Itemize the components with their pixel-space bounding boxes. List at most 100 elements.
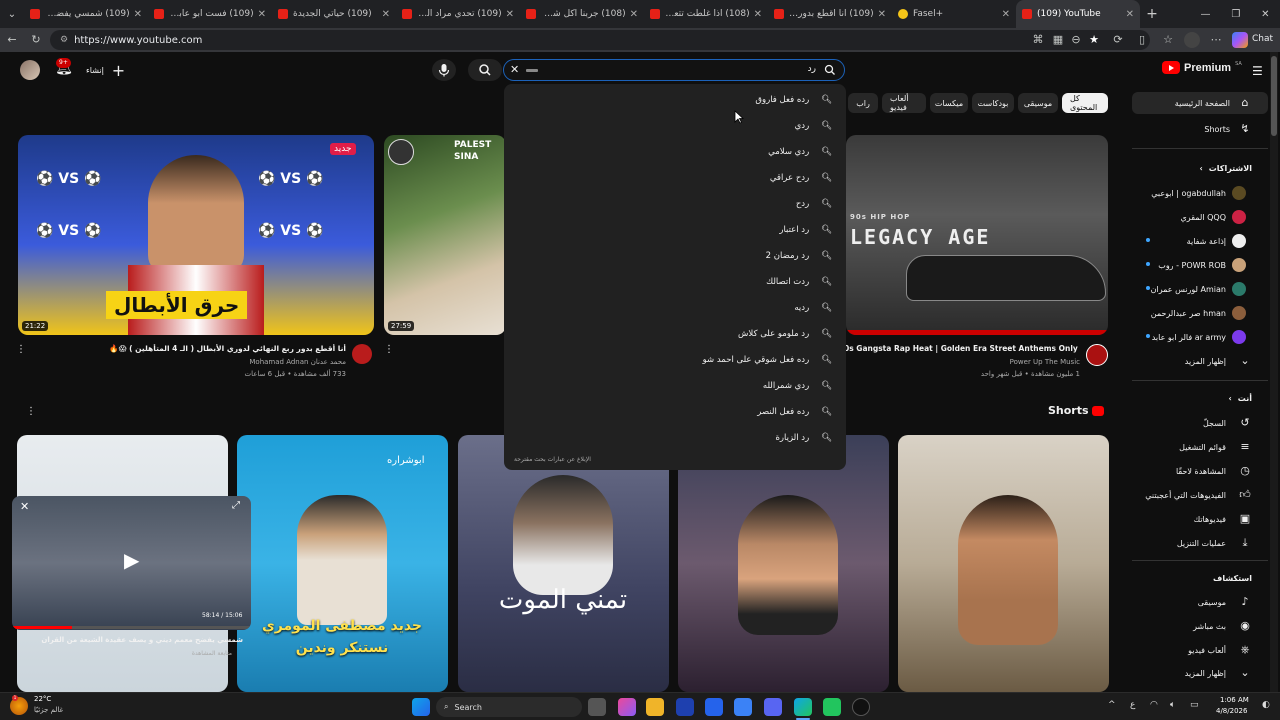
chip-music[interactable]: موسيقى: [1018, 93, 1058, 113]
video-title[interactable]: 0s Gangsta Rap Heat | Golden Era Street …: [844, 344, 1080, 353]
suggestion-item[interactable]: 🔍︎ رده فعل شوقي على احمد شو: [703, 347, 832, 373]
sidebar-item-subscription[interactable]: hman صر عبدالرحمن: [1151, 303, 1226, 323]
discord-icon[interactable]: [764, 698, 782, 716]
you-heading[interactable]: أنت ›: [1228, 388, 1252, 408]
chip-all[interactable]: كل المحتوى: [1062, 93, 1108, 113]
show-more-button[interactable]: إظهار المزيد: [1185, 663, 1226, 683]
address-bar[interactable]: ⚙ https://www.youtube.com: [50, 30, 1150, 50]
browser-tab[interactable]: Fasel+ ✕: [892, 0, 1016, 28]
sidebar-item-subscription[interactable]: POWR ROB - روب: [1158, 255, 1226, 275]
sidebar-item-your-videos[interactable]: فيديوهاتك: [1194, 509, 1226, 529]
clock-time[interactable]: 1:06 AM: [1220, 696, 1249, 704]
mini-player[interactable]: ✕ ⤢ ▶ 58:14 / 15:06: [12, 496, 251, 630]
sidebar-item-subscription[interactable]: ogabdullah | ابوعبي: [1151, 183, 1226, 203]
suggestion-item[interactable]: 🔍︎ رده فعل النصر: [757, 399, 832, 425]
suggestion-item[interactable]: 🔍︎ رد اعتبار: [779, 217, 832, 243]
sidebar-item-music[interactable]: موسيقى: [1198, 592, 1226, 612]
chip-podcasts[interactable]: بودكاست: [972, 93, 1014, 113]
close-icon[interactable]: ✕: [754, 9, 762, 20]
minimize-icon[interactable]: —: [1200, 9, 1210, 20]
battery-icon[interactable]: ▭: [1190, 700, 1199, 710]
app-icon[interactable]: [734, 698, 752, 716]
suggestion-item[interactable]: 🔍︎ ردي: [795, 113, 832, 139]
scrollbar-thumb[interactable]: [1271, 56, 1277, 136]
suggestion-item[interactable]: 🔍︎ ردت اتصالك: [766, 269, 832, 295]
clock-date[interactable]: 4/8/2026: [1216, 707, 1247, 715]
sidebar-item-subscription[interactable]: Amian لورنس عمران: [1151, 279, 1226, 299]
zoom-icon[interactable]: ⊖: [1068, 32, 1084, 48]
extensions-icon[interactable]: ⟳: [1110, 32, 1126, 48]
task-view-icon[interactable]: [588, 698, 606, 716]
chip-rap[interactable]: راب: [848, 93, 878, 113]
voice-search-button[interactable]: [432, 59, 456, 81]
sidebar-item-shorts[interactable]: Shorts: [1204, 119, 1230, 139]
close-icon[interactable]: ✕: [1126, 9, 1134, 20]
sidebar-item-gaming[interactable]: ألعاب فيديو: [1188, 640, 1226, 660]
video-thumbnail[interactable]: 90s HIP HOP LEGACY AGE: [846, 135, 1108, 335]
page-scrollbar[interactable]: [1270, 52, 1278, 692]
channel-name[interactable]: محمد عدنان Mohamad Adnan: [40, 358, 346, 366]
app-icon[interactable]: [823, 698, 841, 716]
back-icon[interactable]: ←: [4, 32, 20, 48]
suggestion-item[interactable]: 🔍︎ ردح: [796, 191, 832, 217]
sidebar-item-playlists[interactable]: قوائم التشغيل: [1179, 437, 1226, 457]
suggestion-item[interactable]: 🔍︎ ردي شمرالله: [763, 373, 832, 399]
browser-tab[interactable]: (109) شمسي يفضح معمم ✕: [24, 0, 148, 28]
app-icon[interactable]: [618, 698, 636, 716]
taskbar-search[interactable]: ⌕ Search: [436, 697, 582, 717]
search-button[interactable]: [468, 59, 502, 81]
more-options-icon[interactable]: ⋮: [26, 406, 36, 417]
favorites-icon[interactable]: ☆: [1160, 32, 1176, 48]
sidebar-item-history[interactable]: السجلّ: [1203, 413, 1226, 433]
expand-icon[interactable]: ⤢: [232, 500, 240, 511]
suggestion-item[interactable]: 🔍︎ ردي سلامي: [768, 139, 832, 165]
browser-tab[interactable]: (109) فست ابو عابد مع ا ✕: [148, 0, 272, 28]
apps-icon[interactable]: ▦: [1050, 32, 1066, 48]
bookmark-star-icon[interactable]: ★: [1086, 32, 1102, 48]
browser-tab-active[interactable]: (109) YouTube ✕: [1016, 0, 1140, 28]
close-icon[interactable]: ✕: [506, 9, 514, 20]
profile-avatar-icon[interactable]: [1184, 32, 1200, 48]
sidebar-item-watch-later[interactable]: المشاهدة لاحقًا: [1176, 461, 1226, 481]
store-icon[interactable]: [676, 698, 694, 716]
suggestion-item[interactable]: 🔍︎ رد الزيارة: [775, 425, 832, 451]
short-card[interactable]: [898, 435, 1109, 692]
video-thumbnail[interactable]: PALEST SINA 27:59: [384, 135, 506, 335]
sidebar-item-subscription[interactable]: ar army فالر ابو عابد: [1152, 327, 1226, 347]
subscriptions-heading[interactable]: الاشتراكات ›: [1199, 158, 1252, 178]
sidebar-item-live[interactable]: بث مباشر: [1193, 616, 1226, 636]
suggestion-item[interactable]: 🔍︎ ردح عراقي: [770, 165, 832, 191]
app-icon[interactable]: [852, 698, 870, 716]
chat-label[interactable]: Chat: [1252, 34, 1273, 44]
hamburger-menu-icon[interactable]: ☰: [1252, 64, 1263, 78]
chip-gaming[interactable]: ألعاب فيديو: [882, 93, 926, 113]
suggestion-item[interactable]: 🔍︎ رد رمضان 2: [766, 243, 832, 269]
browser-tab[interactable]: (109) حياتي الجديدة ✕: [272, 0, 396, 28]
channel-avatar[interactable]: [352, 344, 372, 364]
report-suggestions-link[interactable]: الإبلاغ عن عبارات بحث مقترحة: [514, 456, 591, 463]
weather-temp[interactable]: 22°C: [34, 695, 51, 703]
more-options-icon[interactable]: ⋮: [384, 344, 394, 355]
close-window-icon[interactable]: ✕: [1261, 9, 1269, 20]
wifi-icon[interactable]: ◠: [1150, 700, 1158, 710]
close-icon[interactable]: ✕: [630, 9, 638, 20]
video-thumbnail[interactable]: ⚽ VS ⚽ ⚽ VS ⚽ ⚽ VS ⚽ ⚽ VS ⚽ حرق الأبطال …: [18, 135, 374, 335]
short-card[interactable]: تمني الموت: [458, 435, 669, 692]
channel-name[interactable]: Power Up The Music: [846, 358, 1080, 366]
translate-icon[interactable]: ⌘: [1030, 32, 1046, 48]
close-icon[interactable]: ✕: [878, 9, 886, 20]
browser-tab[interactable]: (108) جربنا أكل شوارع مة ✕: [520, 0, 644, 28]
split-screen-icon[interactable]: ▯: [1134, 32, 1150, 48]
browser-tab[interactable]: (109) تحدي مراد الوقت ا ✕: [396, 0, 520, 28]
mini-player-track[interactable]: [12, 626, 251, 629]
channel-avatar[interactable]: [1086, 344, 1108, 366]
windows-start-icon[interactable]: [412, 698, 430, 716]
notifications-icon[interactable]: ◐: [1262, 700, 1270, 710]
tray-overflow-icon[interactable]: ^: [1108, 700, 1116, 710]
site-info-icon[interactable]: ⚙: [60, 35, 68, 45]
sidebar-item-downloads[interactable]: عمليات التنزيل: [1177, 533, 1226, 553]
file-explorer-icon[interactable]: [646, 698, 664, 716]
sidebar-item-liked[interactable]: الفيديوهات التي أعجبتني: [1145, 485, 1226, 505]
edge-icon[interactable]: [794, 698, 812, 716]
chip-mixes[interactable]: ميكسات: [930, 93, 968, 113]
